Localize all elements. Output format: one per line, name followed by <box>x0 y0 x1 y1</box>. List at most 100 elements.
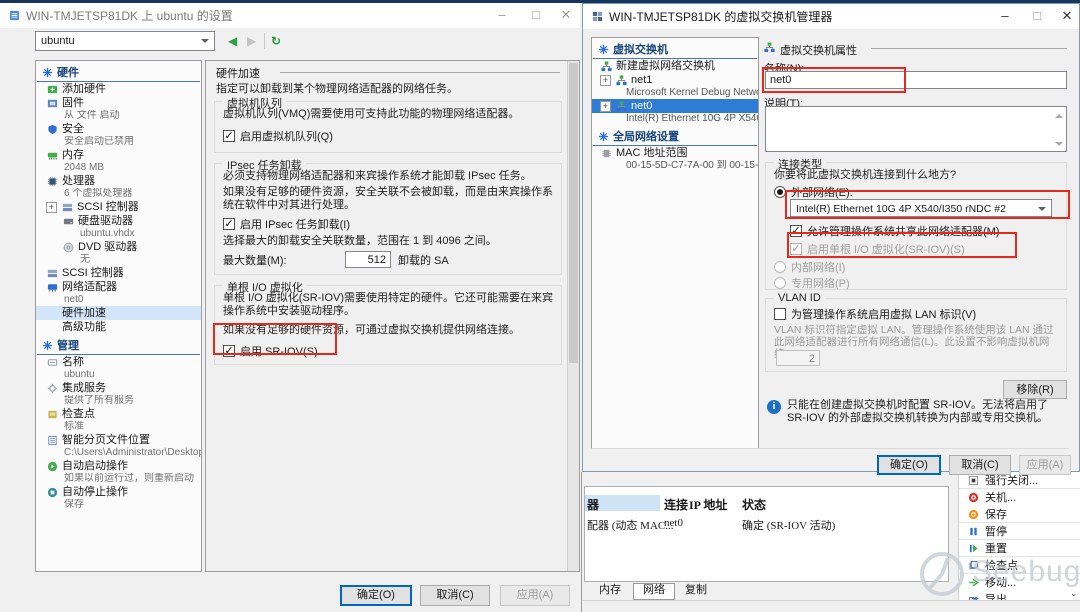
ok-button[interactable]: 确定(O) <box>340 585 412 606</box>
sidebar-item-SCSI 控制器[interactable]: SCSI 控制器 <box>36 266 201 280</box>
sidebar-item-sub: 从 文件 启动 <box>64 110 120 121</box>
minimize-button[interactable]: – <box>991 4 1019 28</box>
sidebar-item-label: 安全 <box>62 123 84 135</box>
dvd-icon <box>62 242 74 254</box>
action-暂停[interactable]: 暂停 <box>959 523 1080 540</box>
scrollbar-thumb[interactable] <box>569 63 578 363</box>
expander-icon[interactable]: + <box>600 75 611 86</box>
action-重置[interactable]: 重置 <box>959 540 1080 557</box>
sidebar-item-label: 高级功能 <box>62 321 106 333</box>
sidebar-item-集成服务[interactable]: 集成服务 <box>36 381 201 395</box>
expander-icon[interactable]: + <box>600 101 611 112</box>
sidebar-item-添加硬件[interactable]: 添加硬件 <box>36 82 201 96</box>
refresh-icon[interactable]: ↻ <box>271 31 281 51</box>
tree-item-新建虚拟网络交换机[interactable]: 新建虚拟网络交换机 <box>592 59 758 73</box>
maximize-button[interactable]: □ <box>1023 4 1051 28</box>
checkpoint2-icon <box>967 559 979 571</box>
tab-复制[interactable]: 复制 <box>676 583 716 598</box>
vswitch-icon <box>763 41 775 53</box>
cancel-button[interactable]: 取消(C) <box>420 585 490 606</box>
section-star-icon <box>41 66 53 78</box>
scroll-down-icon[interactable]: ⌄ <box>1070 588 1078 599</box>
internal-network-label: 内部网络(I) <box>791 262 846 274</box>
autostart-icon <box>46 461 58 473</box>
sidebar-item-自动停止操作[interactable]: 自动停止操作 <box>36 485 201 499</box>
sidebar-item-安全[interactable]: 安全 <box>36 122 201 136</box>
checkpoint-icon <box>46 409 58 421</box>
action-关机...[interactable]: 关机... <box>959 489 1080 506</box>
cancel-button[interactable]: 取消(C) <box>949 455 1011 475</box>
scroll-up-icon[interactable] <box>1055 110 1063 118</box>
sidebar-item-网络适配器[interactable]: 网络适配器 <box>36 280 201 294</box>
action-label: 移动... <box>985 577 1017 589</box>
tree-item-MAC 地址范围[interactable]: MAC 地址范围 <box>592 146 758 160</box>
sidebar-item-处理器[interactable]: 处理器 <box>36 174 201 188</box>
ipsec-max-input[interactable]: 512 <box>345 251 391 268</box>
vlan-enable-checkbox[interactable]: 为管理操作系统启用虚拟 LAN 标识(V) <box>774 306 976 322</box>
sidebar-item-高级功能[interactable]: 高级功能 <box>36 320 201 334</box>
apply-button[interactable]: 应用(A) <box>1019 455 1071 475</box>
table-cell[interactable]: net0 <box>664 517 683 529</box>
close-button[interactable]: ✕ <box>552 3 580 27</box>
tree-item-label: net1 <box>631 74 653 86</box>
sidebar-item-label: 自动停止操作 <box>62 486 128 498</box>
sidebar-item-DVD 驱动器[interactable]: DVD 驱动器 <box>36 240 201 254</box>
remove-button[interactable]: 移除(R) <box>1003 380 1067 399</box>
sidebar-item-硬盘驱动器[interactable]: 硬盘驱动器 <box>36 214 201 228</box>
ipsec-enable-checkbox[interactable]: ✓ 启用 IPsec 任务卸载(I) <box>223 216 350 232</box>
tree-item-sub: Microsoft Kernel Debug Network A... <box>626 87 758 98</box>
radio-disabled-icon <box>774 277 786 289</box>
add-hardware-icon <box>46 84 58 96</box>
annotation-box-sriov-disabled <box>787 232 1017 258</box>
scroll-down-icon[interactable] <box>1055 142 1063 150</box>
ok-button[interactable]: 确定(O) <box>877 455 941 475</box>
table-cell[interactable]: 确定 (SR-IOV 活动) <box>742 517 835 533</box>
status-bar <box>582 600 1080 612</box>
tree-item-label: 新建虚拟网络交换机 <box>616 60 715 72</box>
notes-textarea[interactable] <box>765 106 1067 152</box>
vswitch-icon <box>615 75 627 87</box>
table-cell[interactable]: 配器 (动态 MAC... <box>587 517 673 533</box>
sidebar-item-label: 内存 <box>62 149 84 161</box>
section-star-icon <box>597 43 609 55</box>
vlan-legend: VLAN ID <box>774 292 825 304</box>
action-检查点[interactable]: 检查点 <box>959 557 1080 574</box>
vmq-enable-checkbox[interactable]: ✓ 启用虚拟机队列(Q) <box>223 128 333 144</box>
forward-icon[interactable]: ▶ <box>247 31 256 51</box>
maximize-button[interactable]: □ <box>522 3 550 27</box>
pane-header: 虚拟交换机属性 <box>780 45 857 57</box>
checkbox-unchecked-icon <box>774 308 786 320</box>
action-保存[interactable]: 保存 <box>959 506 1080 523</box>
sidebar-item-内存[interactable]: 内存 <box>36 148 201 162</box>
services-icon <box>46 383 58 395</box>
minimize-button[interactable]: – <box>488 3 516 27</box>
tree-item-net1[interactable]: + net1 <box>592 73 758 87</box>
reset-icon <box>967 542 979 554</box>
security-icon <box>46 124 58 136</box>
sidebar-item-label: 集成服务 <box>62 382 106 394</box>
main-panel-scrollbar[interactable] <box>567 61 579 571</box>
pane-header-rule <box>871 48 1067 49</box>
sidebar-item-智能分页文件位置[interactable]: 智能分页文件位置 <box>36 433 201 447</box>
vm-selector-dropdown[interactable]: ubuntu <box>35 31 215 51</box>
sidebar-item-自动启动操作[interactable]: 自动启动操作 <box>36 459 201 473</box>
action-导出...[interactable]: 导出... <box>959 591 1080 600</box>
expander-icon[interactable]: + <box>46 202 57 213</box>
private-network-label: 专用网络(P) <box>791 278 850 290</box>
tree-item-net0[interactable]: + net0 <box>592 99 758 113</box>
sidebar-item-硬件加速[interactable]: 硬件加速 <box>36 306 201 320</box>
shutdown-icon <box>967 491 979 503</box>
back-icon[interactable]: ◀ <box>228 31 237 51</box>
action-移动...[interactable]: 移动... <box>959 574 1080 591</box>
tab-内存[interactable]: 内存 <box>590 583 630 598</box>
tab-网络[interactable]: 网络 <box>633 583 675 600</box>
mac-icon <box>600 148 612 160</box>
sidebar-item-SCSI 控制器[interactable]: + SCSI 控制器 <box>36 200 201 214</box>
apply-button[interactable]: 应用(A) <box>500 585 570 606</box>
sidebar-item-名称[interactable]: 名称 <box>36 355 201 369</box>
sidebar-item-检查点[interactable]: 检查点 <box>36 407 201 421</box>
new-switch-icon <box>600 61 612 73</box>
ipsec-desc2: 如果没有足够的硬件资源，安全关联不会被卸载，而是由来宾操作系统在软件中对其进行处… <box>223 186 553 211</box>
close-button[interactable]: ✕ <box>1053 4 1080 28</box>
sidebar-item-固件[interactable]: 固件 <box>36 96 201 110</box>
